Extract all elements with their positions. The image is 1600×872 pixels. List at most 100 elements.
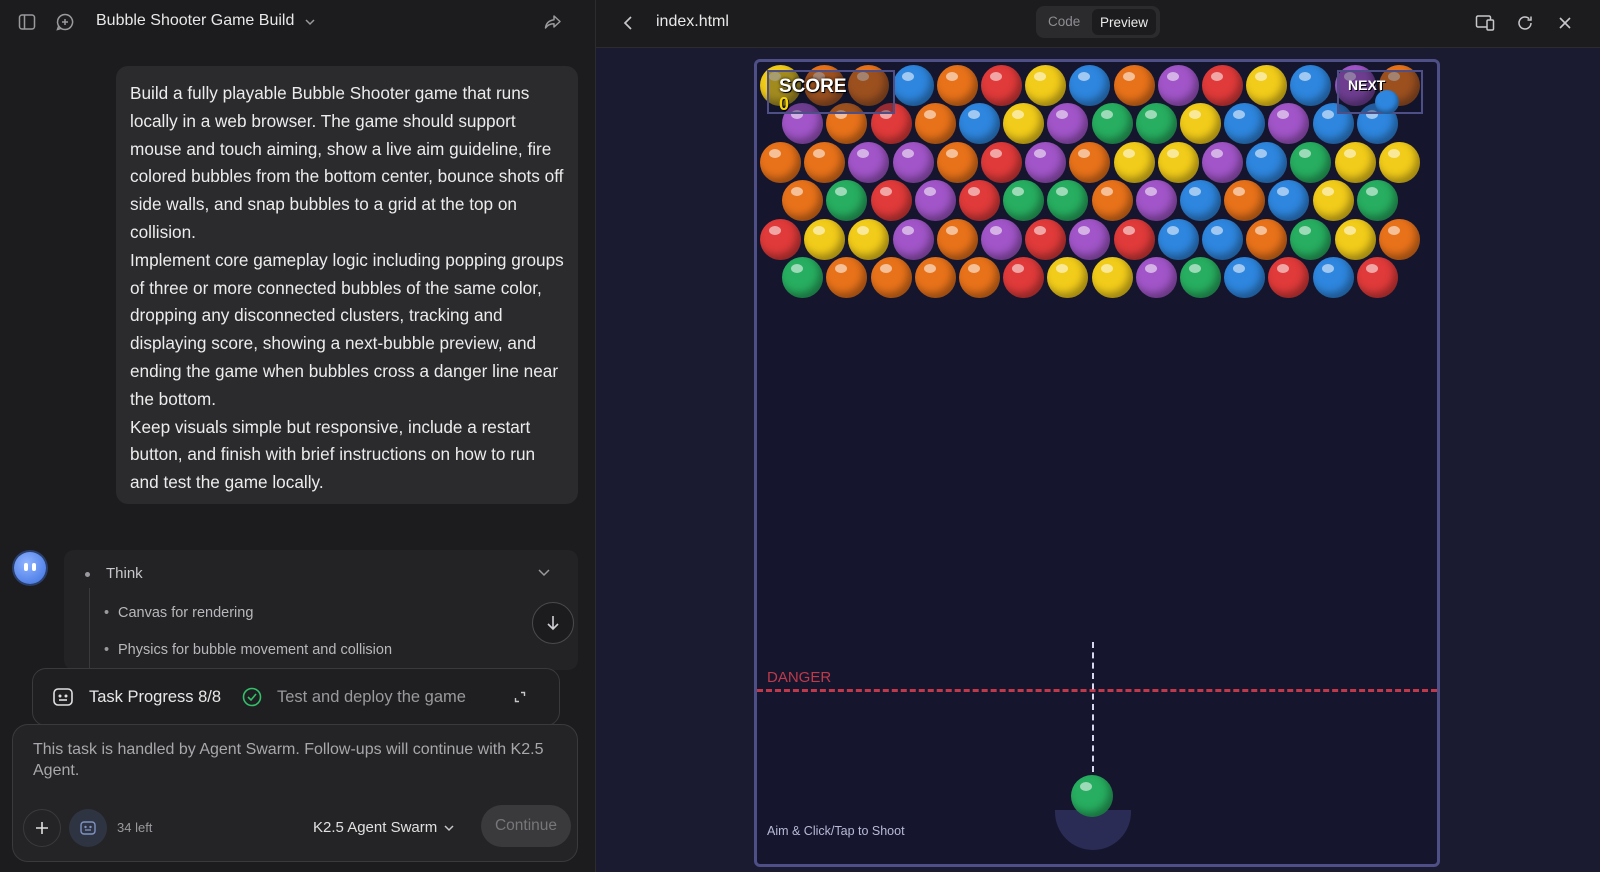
aim-guideline [1092,642,1094,772]
task-progress-card[interactable]: Task Progress 8/8 Test and deploy the ga… [32,668,560,726]
chevron-down-icon [444,824,454,831]
bubble [782,180,824,222]
bubble [1246,65,1288,106]
next-label: NEXT [1348,77,1386,93]
instructions-hint: Aim & Click/Tap to Shoot [767,824,905,838]
check-circle-icon [241,686,263,708]
bubble [1268,103,1310,145]
bubble [1135,257,1177,298]
agent-mode-button[interactable] [69,809,107,847]
attach-button[interactable] [23,809,61,847]
think-label[interactable]: Think [106,565,143,582]
bubble [892,141,934,183]
message-composer: This task is handled by Agent Swarm. Fol… [12,724,578,862]
bubble [1025,218,1067,260]
model-selector[interactable]: K2.5 Agent Swarm [313,819,455,836]
remaining-count: 34 left [117,820,153,835]
bubble [870,257,912,298]
bubble [1224,180,1266,222]
bubble [1202,65,1243,106]
model-name: K2.5 Agent Swarm [313,819,438,836]
agent-avatar [14,552,46,584]
bubble [1069,65,1111,106]
close-icon[interactable] [1554,12,1576,34]
bubble [1268,180,1310,222]
bubble [826,180,868,222]
bubble [1047,180,1089,222]
game-canvas[interactable]: SCORE 0 NEXT DANGER Aim & Click/Tap to S… [754,59,1440,867]
bubble [981,141,1022,183]
bubble [1179,257,1221,298]
thread-line [89,588,90,670]
bubble [892,218,934,260]
bubble [936,65,978,106]
refresh-icon[interactable] [1514,12,1536,34]
bubble [848,218,890,260]
chevron-down-icon[interactable] [536,564,552,580]
robot-icon [80,821,96,835]
bubble [1113,141,1155,183]
bubble [1069,218,1111,260]
think-panel: Think Canvas for rendering Physics for b… [64,550,578,670]
user-message-paragraph: Keep visuals simple but responsive, incl… [130,416,536,493]
bubble [1091,257,1133,298]
bubble [936,141,978,183]
bubble [1356,180,1398,222]
bubble [1290,65,1332,106]
chevron-down-icon[interactable] [304,16,316,28]
user-message: Build a fully playable Bubble Shooter ga… [116,66,578,504]
bubble [958,103,1000,145]
bubble [958,257,1000,298]
bubble [848,141,890,183]
bubble [1202,218,1243,260]
bubble [826,257,868,298]
arrow-down-icon [547,616,559,631]
bubble [804,218,846,260]
device-icon[interactable] [1474,12,1496,34]
composer-input[interactable]: This task is handled by Agent Swarm. Fol… [33,739,563,781]
bubble [870,180,912,222]
bubble [1356,257,1398,298]
tab-preview[interactable]: Preview [1092,9,1156,35]
conversation-title[interactable]: Bubble Shooter Game Build [96,12,294,30]
back-arrow-icon[interactable] [618,13,638,33]
bubble [1290,141,1332,183]
continue-button[interactable]: Continue [481,805,571,847]
bubble [1091,103,1133,145]
view-toggle: Code Preview [1036,6,1160,38]
bubble [1113,65,1155,106]
chat-panel: Bubble Shooter Game Build Build a fully … [0,0,596,872]
user-message-paragraph: Build a fully playable Bubble Shooter ga… [130,83,564,242]
tab-code[interactable]: Code [1048,14,1080,29]
expand-icon[interactable] [511,688,529,706]
bubble [1113,218,1155,260]
bubble [1157,218,1199,260]
bubble [1224,103,1266,145]
bubble [914,257,956,298]
bubble [892,65,934,106]
bubble [1003,257,1045,298]
shooter-bubble [1071,775,1113,817]
bubble [958,180,1000,222]
bubble [1312,180,1354,222]
share-icon[interactable] [542,11,564,33]
bubble [1179,180,1221,222]
scroll-down-button[interactable] [532,602,574,644]
bubble [1290,218,1332,260]
bubble [1246,141,1288,183]
new-chat-icon[interactable] [54,11,76,33]
bullet-icon [85,572,90,577]
sidebar-toggle-icon[interactable] [16,11,38,33]
bubble [914,103,956,145]
bubble [914,180,956,222]
bubble [1202,141,1243,183]
bubble [1135,180,1177,222]
bubble [1179,103,1221,145]
preview-area: SCORE 0 NEXT DANGER Aim & Click/Tap to S… [596,48,1600,872]
task-progress-label: Task Progress 8/8 [89,688,222,706]
bubble [981,218,1022,260]
next-bubble [1375,90,1399,114]
plus-icon [36,822,48,834]
bubble [1334,141,1376,183]
bubble [804,141,846,183]
